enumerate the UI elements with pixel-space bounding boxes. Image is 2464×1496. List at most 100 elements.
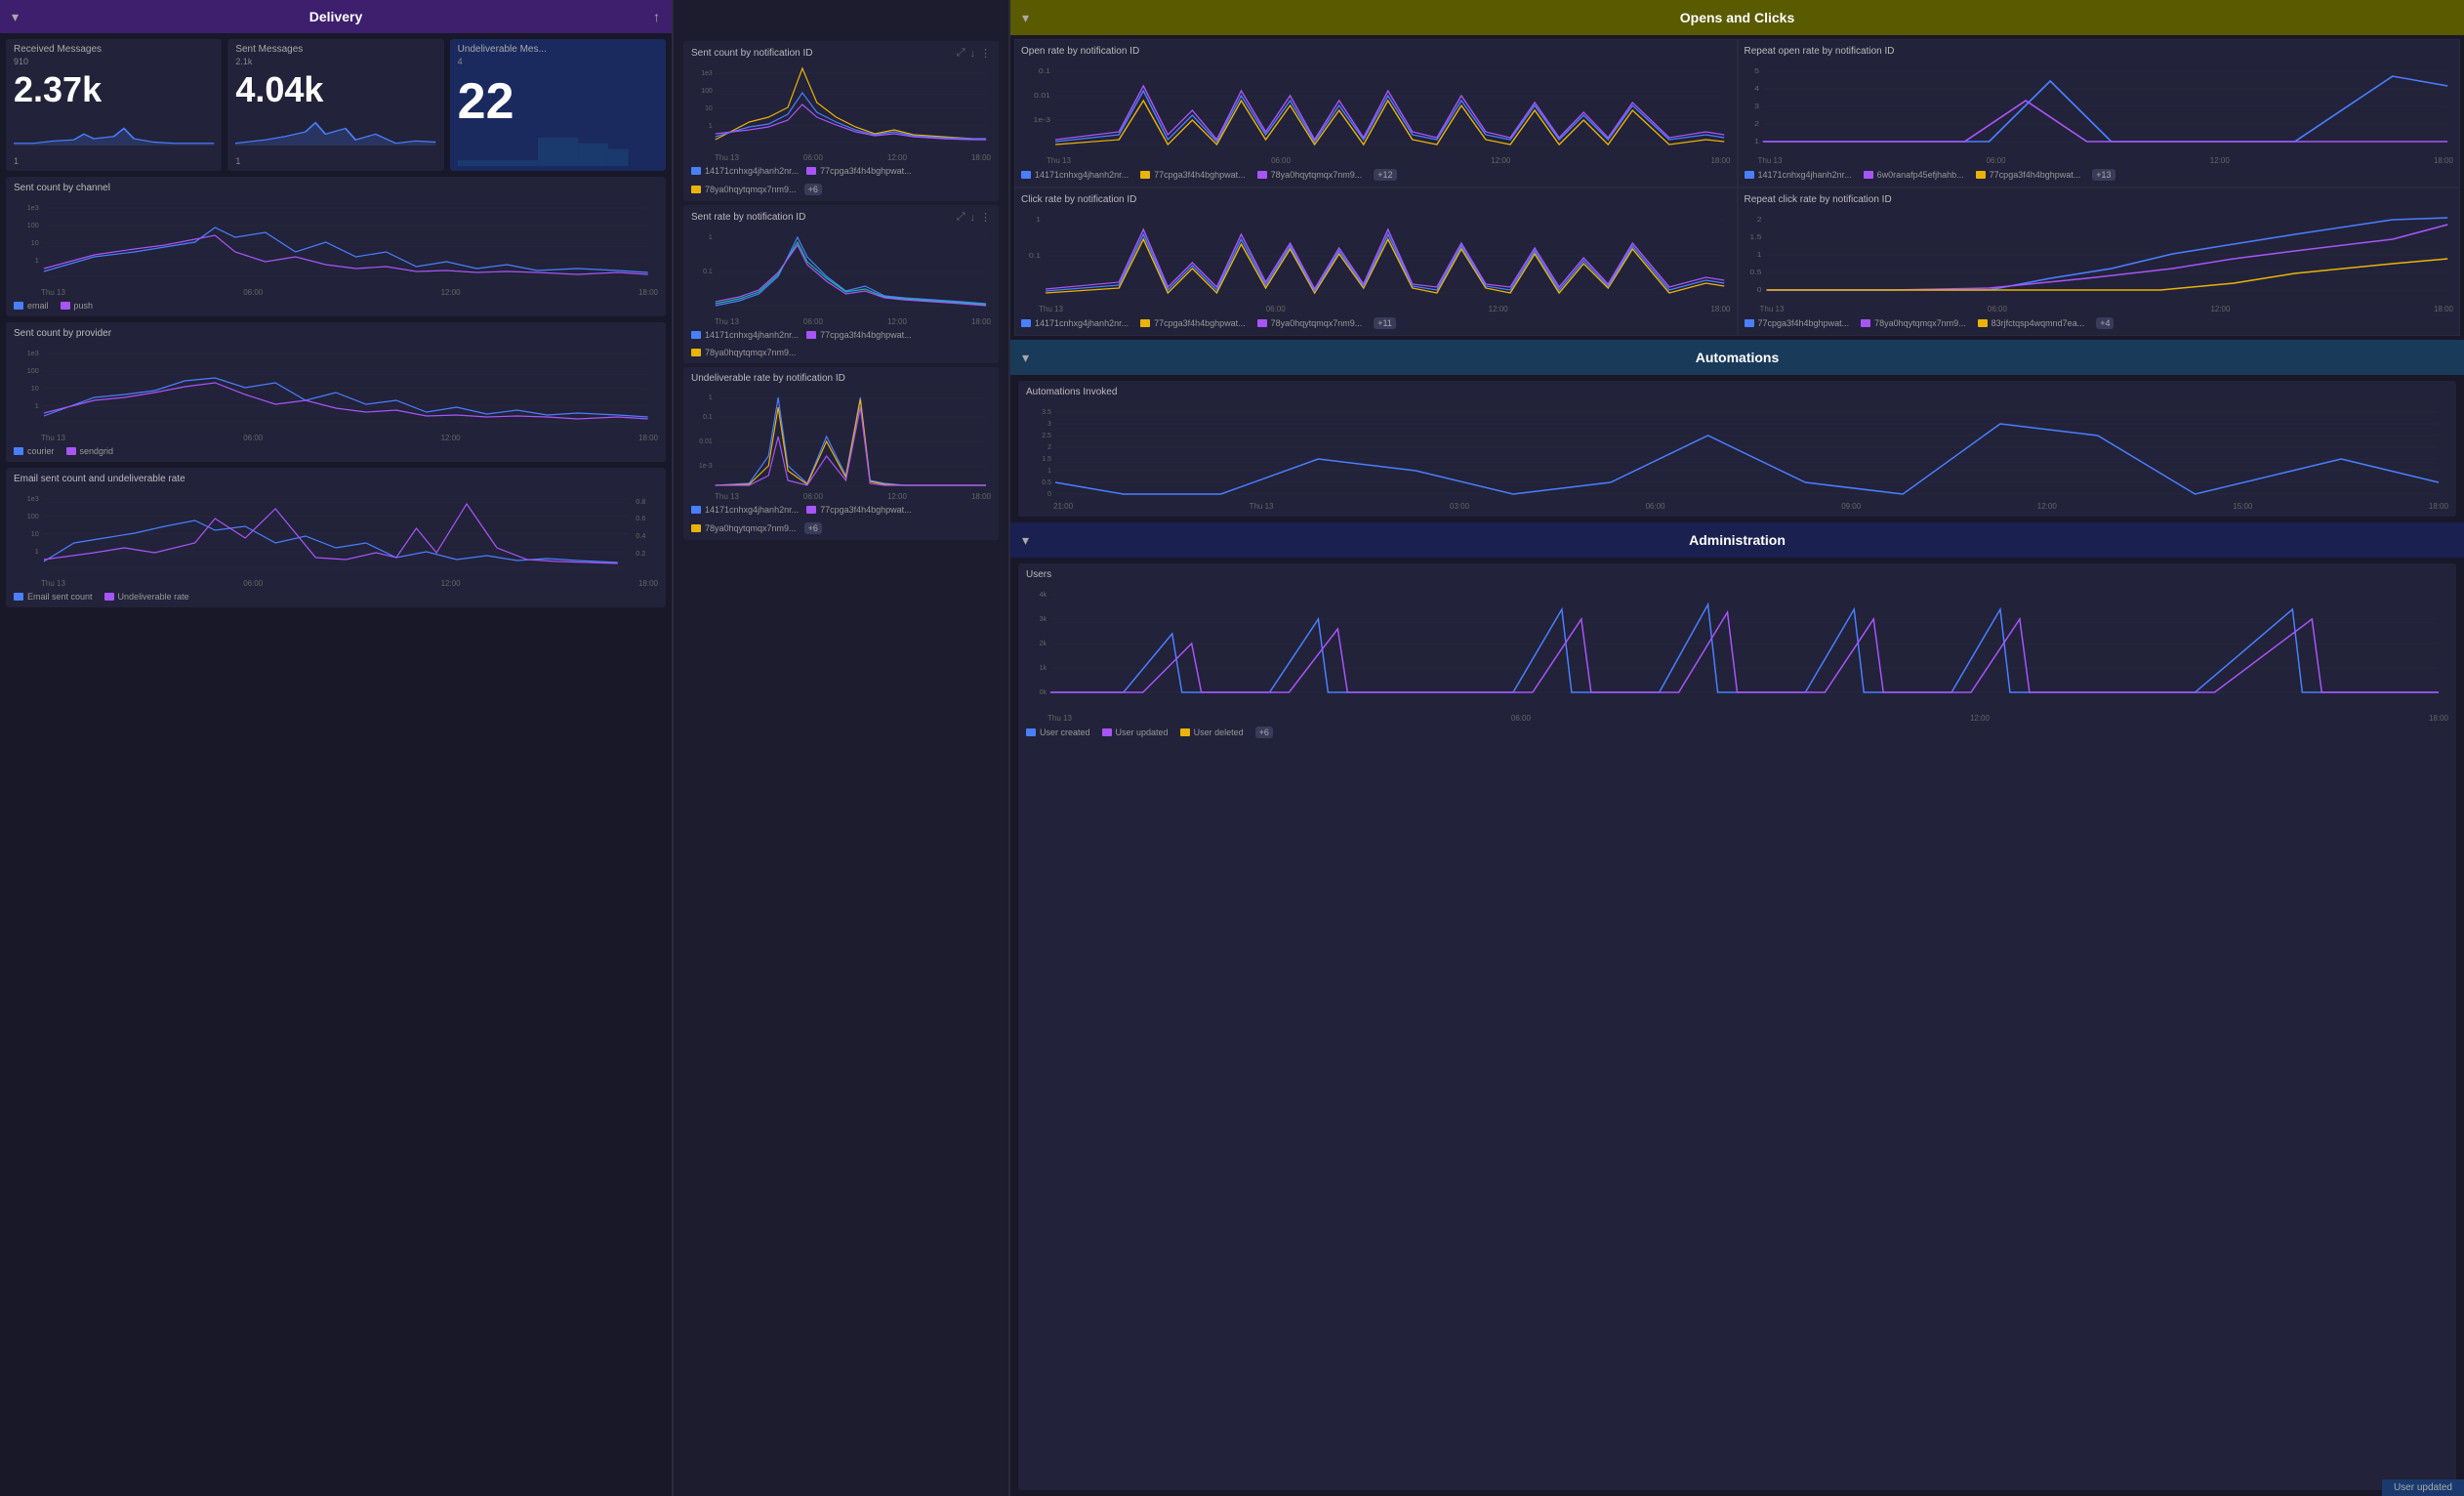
undeliv-legend-2-label: 77cpga3f4h4bghpwat... [820,505,912,515]
users-x2: 06:00 [1511,714,1531,723]
delivery-panel: ▾ Delivery ↑ Received Messages 910 2.37k [0,0,674,1496]
sent-count-notif-actions: ⤢ ↓ ⋮ [957,47,991,60]
provider-x2: 06:00 [243,434,263,442]
right-panel: ▾ Opens and Clicks Open rate by notifica… [1010,0,2464,1496]
users-badge[interactable]: +6 [1255,727,1273,738]
download-rate-icon[interactable]: ↓ [970,212,976,224]
ro-legend-1: 14171cnhxg4jhanh2nr... [1758,170,1852,180]
users-legend: User created User updated User deleted +… [1026,727,2448,738]
legend-push-color [61,302,70,310]
svg-text:1: 1 [709,234,713,241]
dashboard: ▾ Delivery ↑ Received Messages 910 2.37k [0,0,2464,1496]
channel-x2: 06:00 [243,288,263,297]
users-x4: 18:00 [2429,714,2448,723]
repeat-click-badge[interactable]: +4 [2096,317,2114,329]
svg-text:2.5: 2.5 [1042,433,1051,439]
admin-collapse-icon[interactable]: ▾ [1022,532,1029,549]
repeat-open-x4: 18:00 [2434,156,2453,165]
auto-x8: 18:00 [2429,502,2448,511]
notif-legend-2: 77cpga3f4h4bghpwat... [806,166,912,176]
users-chart: Users 4k 3k 2k 1k 0k Thu 13 06:00 [1018,563,2456,1490]
svg-text:1: 1 [35,257,39,265]
undeliv-legend-3-label: 78ya0hqytqmqx7nm9... [705,523,797,533]
legend-push-label: push [74,301,94,311]
rate-x2: 06:00 [803,317,823,326]
svg-text:100: 100 [27,222,39,229]
undeliverable-top: 4 [458,57,658,66]
sent-count-badge[interactable]: +6 [804,184,822,195]
notif-legend-3-label: 78ya0hqytqmqx7nm9... [705,185,797,194]
notif-legend-2-label: 77cpga3f4h4bghpwat... [820,166,912,176]
undeliverable-legend: 14171cnhxg4jhanh2nr... 77cpga3f4h4bghpwa… [691,505,991,534]
undeliv-legend-1-label: 14171cnhxg4jhanh2nr... [705,505,799,515]
click-x1: Thu 13 [1039,305,1063,313]
delivery-collapse-icon[interactable]: ▾ [12,9,19,25]
repeat-open-x3: 12:00 [2210,156,2230,165]
svg-text:5: 5 [1754,67,1760,75]
automations-invoked-title: Automations Invoked [1026,387,2448,397]
svg-text:0.5: 0.5 [1749,269,1762,276]
notif-sent-x4: 18:00 [971,153,991,162]
more-rate-icon[interactable]: ⋮ [980,211,991,224]
opens-clicks-header: ▾ Opens and Clicks [1010,0,2464,35]
svg-text:1: 1 [1047,468,1051,475]
undeliv-badge[interactable]: +6 [804,522,822,534]
sent-count-notif-chart: Sent count by notification ID ⤢ ↓ ⋮ 1e3 … [683,41,999,201]
svg-text:1: 1 [709,123,713,130]
repeat-click-x3: 12:00 [2210,305,2230,313]
click-x2: 06:00 [1266,305,1286,313]
users-legend-2: User updated [1116,727,1169,737]
repeat-click-rate-chart: Repeat click rate by notification ID 2 1… [1738,187,2461,336]
download-icon[interactable]: ↓ [970,48,976,60]
repeat-click-legend: 77cpga3f4h4bghpwat... 78ya0hqytqmqx7nm9.… [1745,317,2454,329]
undeliverable-rate-header: Undeliverable rate by notification ID [691,373,991,384]
open-rate-badge[interactable]: +12 [1374,169,1396,181]
sent-count-notif-title: Sent count by notification ID [691,48,813,59]
email-x4: 18:00 [638,579,658,588]
delivery-body: Received Messages 910 2.37k 1 Sent Messa… [0,33,672,1496]
email-x3: 12:00 [441,579,461,588]
undeliverable-value: 22 [458,74,658,130]
legend-email-count-label: Email sent count [27,592,93,602]
click-legend-3: 78ya0hqytqmqx7nm9... [1271,318,1363,328]
provider-x1: Thu 13 [41,434,65,442]
metrics-row: Received Messages 910 2.37k 1 Sent Messa… [6,39,666,171]
legend-email-count: Email sent count [14,592,93,602]
sent-by-channel-chart: Sent count by channel 1e3 100 10 1 [6,177,666,316]
auto-x2: Thu 13 [1250,502,1274,511]
opens-collapse-icon[interactable]: ▾ [1022,10,1029,26]
undeliv-x1: Thu 13 [715,492,739,501]
open-legend-3: 78ya0hqytqmqx7nm9... [1271,170,1363,180]
delivery-header: ▾ Delivery ↑ [0,0,672,33]
click-rate-badge[interactable]: +11 [1374,317,1396,329]
sent-value: 4.04k [235,70,435,109]
legend-undeliverable-rate-color [104,593,114,601]
rate-x3: 12:00 [887,317,907,326]
notif-legend-3-color [691,186,701,193]
svg-text:0.1: 0.1 [703,269,713,275]
expand-icon[interactable]: ⤢ [957,47,965,60]
legend-email: email [14,301,49,311]
legend-sendgrid: sendgrid [66,446,114,456]
undeliv-legend-1: 14171cnhxg4jhanh2nr... [691,505,799,515]
repeat-open-badge[interactable]: +13 [2092,169,2115,181]
repeat-click-x2: 06:00 [1988,305,2007,313]
svg-text:0.01: 0.01 [699,438,713,445]
expand-rate-icon[interactable]: ⤢ [957,211,965,224]
provider-legend: courier sendgrid [14,446,658,456]
notif-legend-3: 78ya0hqytqmqx7nm9... [691,184,797,195]
more-icon[interactable]: ⋮ [980,47,991,60]
undeliv-legend-3-color [691,524,701,532]
click-legend-2: 77cpga3f4h4bghpwat... [1154,318,1246,328]
channel-x1: Thu 13 [41,288,65,297]
received-label: Received Messages [14,44,214,55]
rate-legend-3: 78ya0hqytqmqx7nm9... [691,348,797,357]
notif-sent-x1: Thu 13 [715,153,739,162]
sent-by-channel-title: Sent count by channel [14,183,658,193]
sent-label: Sent Messages [235,44,435,55]
automations-collapse-icon[interactable]: ▾ [1022,350,1029,366]
rate-legend-3-label: 78ya0hqytqmqx7nm9... [705,348,797,357]
open-rate-x2: 06:00 [1271,156,1291,165]
administration-header: ▾ Administration [1010,522,2464,558]
delivery-upload-icon[interactable]: ↑ [653,9,660,24]
